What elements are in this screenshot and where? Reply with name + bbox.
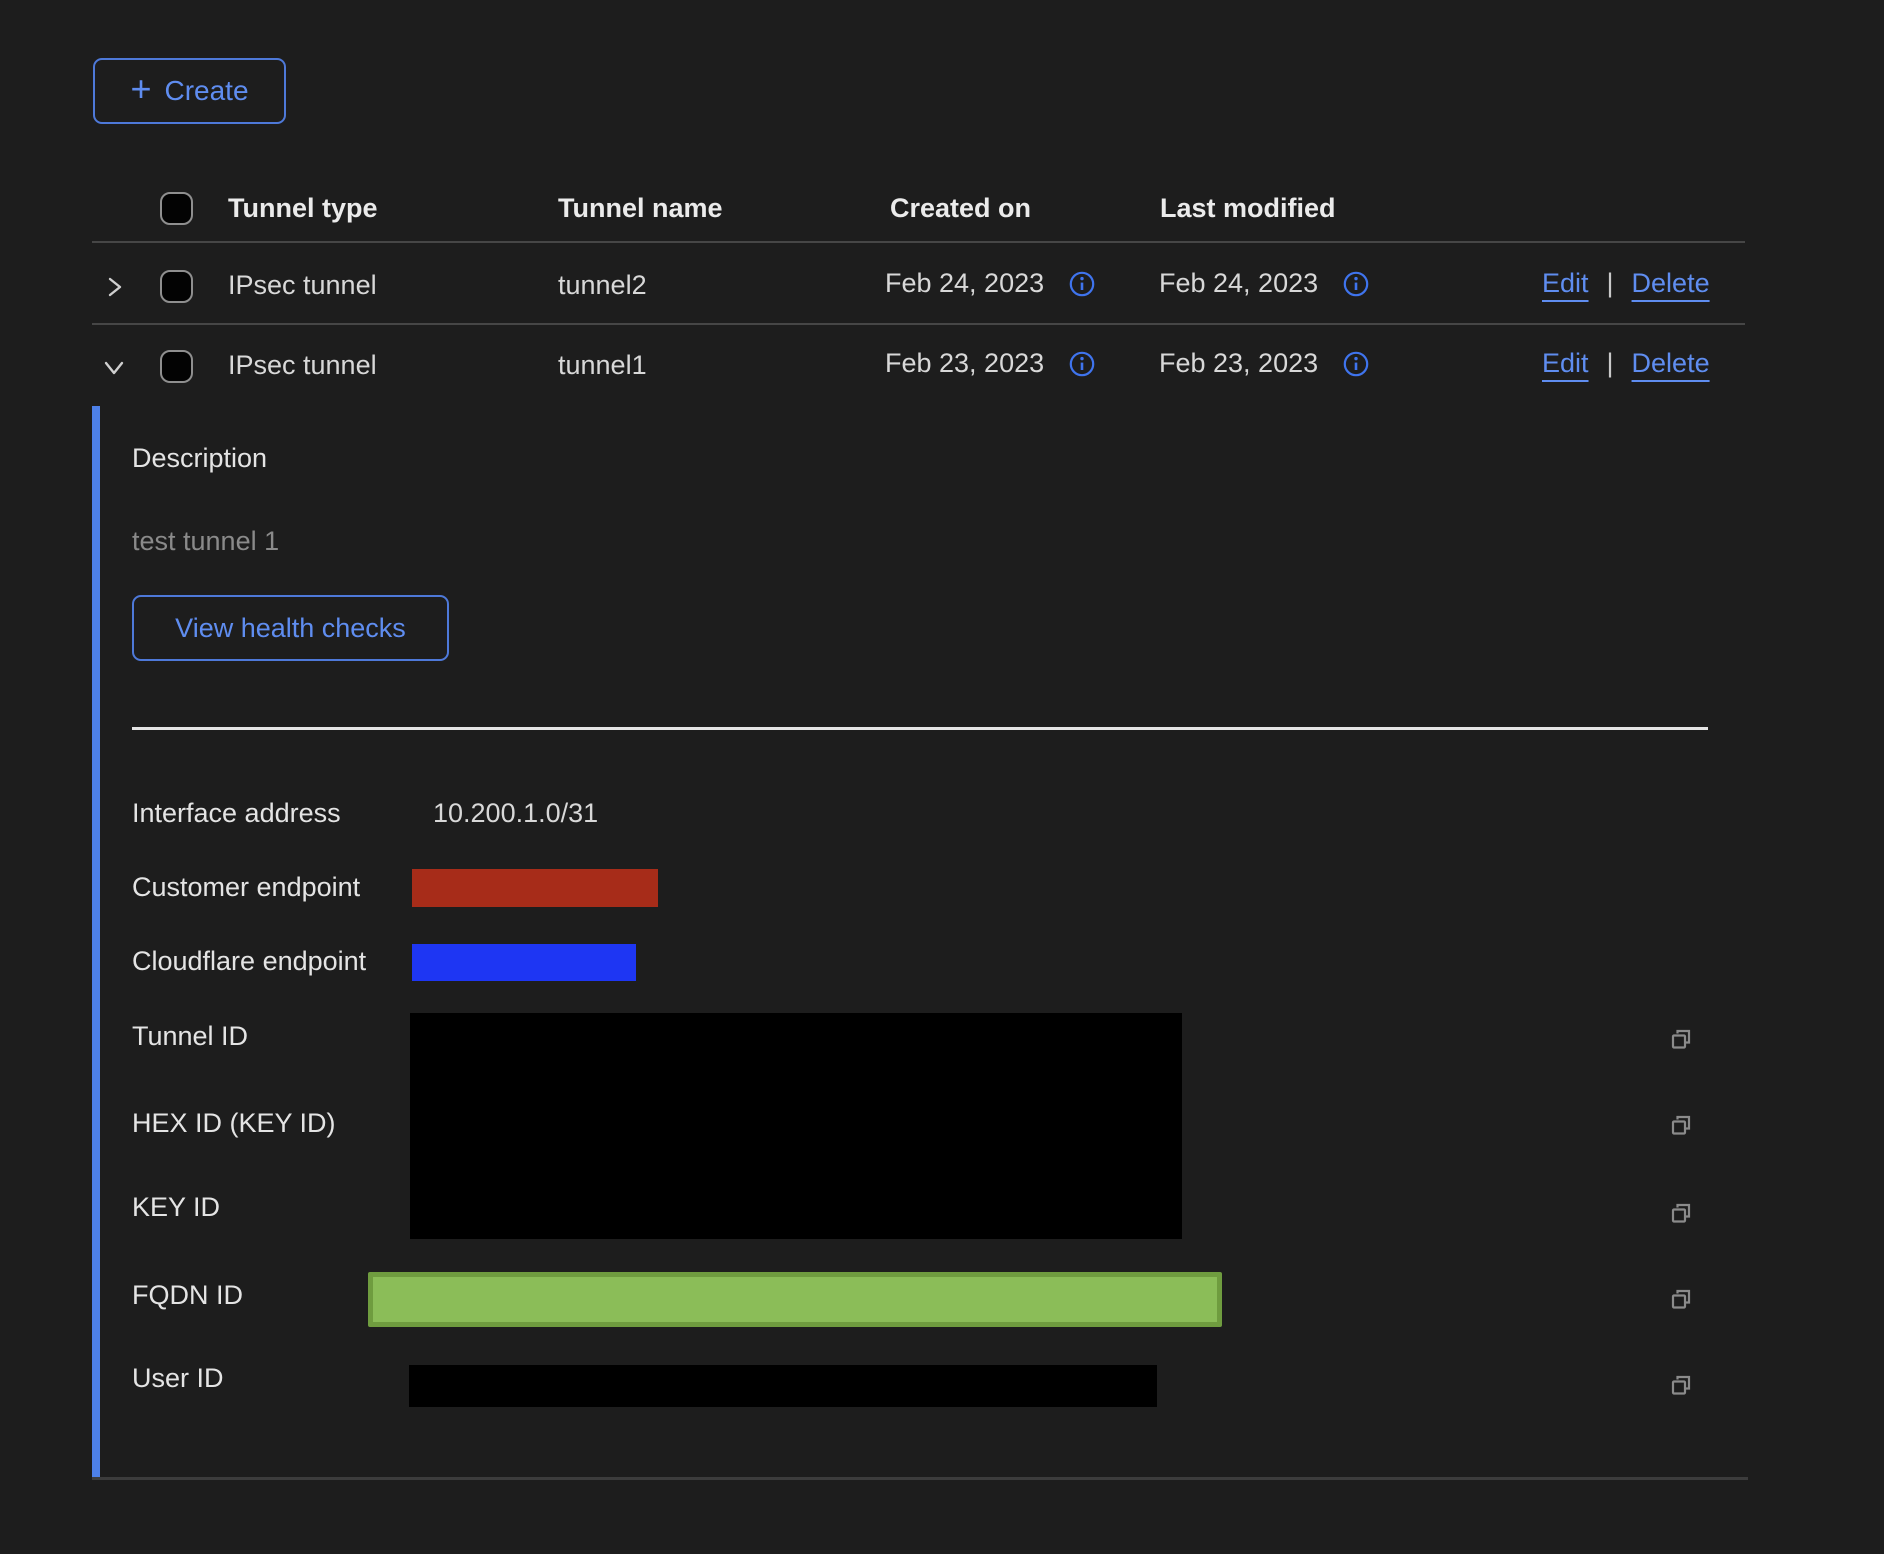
expanded-accent-bar: [92, 406, 100, 1478]
copy-icon: [1667, 1199, 1697, 1229]
redaction-id-block: [410, 1013, 1182, 1239]
chevron-down-icon: [99, 352, 129, 382]
last-modified-cell: Feb 24, 2023: [1159, 268, 1318, 299]
created-on-cell: Feb 24, 2023: [885, 268, 1044, 299]
field-label-hex-id: HEX ID (KEY ID): [132, 1108, 336, 1139]
last-modified-cell: Feb 23, 2023: [1159, 348, 1318, 379]
field-label-fqdn-id: FQDN ID: [132, 1280, 243, 1311]
copy-icon: [1667, 1371, 1697, 1401]
action-separator: |: [1607, 348, 1614, 379]
tunnel-name-cell: tunnel2: [558, 270, 647, 301]
field-label-interface-address: Interface address: [132, 798, 341, 829]
info-icon: [1342, 350, 1370, 378]
plus-icon: +: [130, 71, 151, 107]
copy-icon: [1667, 1025, 1697, 1055]
row-divider: [92, 323, 1745, 325]
last-modified-info-button[interactable]: [1342, 270, 1370, 298]
redaction-cloudflare-endpoint: [412, 944, 636, 981]
column-header-tunnel-name: Tunnel name: [558, 193, 723, 224]
create-button-label: Create: [164, 75, 248, 107]
info-icon: [1068, 350, 1096, 378]
info-icon: [1068, 270, 1096, 298]
section-divider: [132, 727, 1708, 730]
field-value-interface-address: 10.200.1.0/31: [433, 798, 598, 829]
delete-link[interactable]: Delete: [1632, 348, 1710, 379]
tunnels-page: + Create Tunnel type Tunnel name Created…: [0, 0, 1884, 1554]
field-label-user-id: User ID: [132, 1363, 224, 1394]
tunnel-name-cell: tunnel1: [558, 350, 647, 381]
tunnel-type-cell: IPsec tunnel: [228, 270, 377, 301]
created-on-cell: Feb 23, 2023: [885, 348, 1044, 379]
copy-icon: [1667, 1285, 1697, 1315]
column-header-tunnel-type: Tunnel type: [228, 193, 378, 224]
action-separator: |: [1607, 268, 1614, 299]
copy-hex-id-button[interactable]: [1664, 1109, 1700, 1145]
expand-row-button[interactable]: [99, 272, 129, 302]
created-on-info-button[interactable]: [1068, 350, 1096, 378]
column-header-created-on: Created on: [890, 193, 1031, 224]
copy-user-id-button[interactable]: [1664, 1369, 1700, 1405]
row-checkbox[interactable]: [160, 350, 193, 383]
view-health-checks-button[interactable]: View health checks: [132, 595, 449, 661]
header-divider: [92, 241, 1745, 243]
description-label: Description: [132, 443, 267, 474]
field-label-cloudflare-endpoint: Cloudflare endpoint: [132, 946, 366, 977]
create-button[interactable]: + Create: [93, 58, 286, 124]
copy-tunnel-id-button[interactable]: [1664, 1023, 1700, 1059]
table-bottom-divider: [92, 1477, 1748, 1480]
info-icon: [1342, 270, 1370, 298]
edit-link[interactable]: Edit: [1542, 348, 1589, 379]
redaction-user-id: [409, 1365, 1157, 1407]
redaction-customer-endpoint: [412, 869, 658, 907]
redaction-fqdn-id: [368, 1272, 1222, 1327]
field-label-customer-endpoint: Customer endpoint: [132, 872, 360, 903]
edit-link[interactable]: Edit: [1542, 268, 1589, 299]
created-on-info-button[interactable]: [1068, 270, 1096, 298]
copy-fqdn-id-button[interactable]: [1664, 1283, 1700, 1319]
copy-icon: [1667, 1111, 1697, 1141]
copy-key-id-button[interactable]: [1664, 1197, 1700, 1233]
description-value: test tunnel 1: [132, 526, 279, 557]
row-checkbox[interactable]: [160, 270, 193, 303]
column-header-last-modified: Last modified: [1160, 193, 1336, 224]
field-label-key-id: KEY ID: [132, 1192, 220, 1223]
select-all-checkbox[interactable]: [160, 192, 193, 225]
field-label-tunnel-id: Tunnel ID: [132, 1021, 248, 1052]
collapse-row-button[interactable]: [99, 352, 129, 382]
chevron-right-icon: [99, 272, 129, 302]
delete-link[interactable]: Delete: [1632, 268, 1710, 299]
last-modified-info-button[interactable]: [1342, 350, 1370, 378]
tunnel-type-cell: IPsec tunnel: [228, 350, 377, 381]
